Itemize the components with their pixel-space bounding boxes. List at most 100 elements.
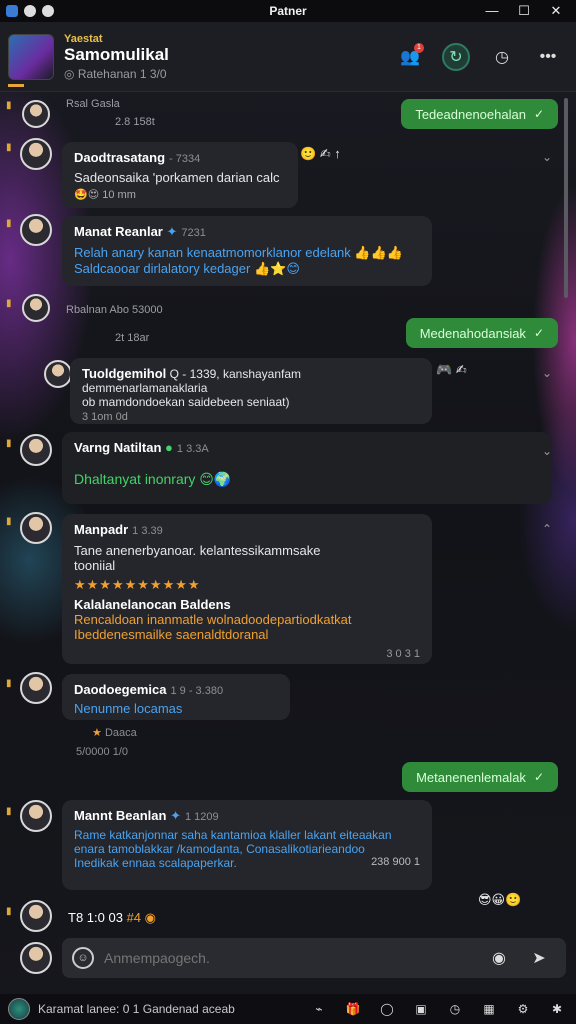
minimize-button[interactable]: — (484, 3, 500, 19)
avatar[interactable] (20, 512, 52, 544)
message-time: 1 3.39 (132, 525, 163, 537)
coin-icon: ◉ (144, 910, 156, 925)
app-icon-3 (42, 5, 54, 17)
chevron-up-icon[interactable]: ⌃ (542, 522, 552, 536)
read-tick-icon: ✓ (533, 326, 544, 340)
chat-title[interactable]: Samomulikal (64, 45, 396, 65)
avatar[interactable] (44, 360, 72, 388)
sender-name-text: Manpadr (74, 522, 129, 537)
gear-icon[interactable]: ⚙ (514, 1002, 532, 1016)
status-text: Karamat lanee: 0 1 Gandenad aceab (38, 1002, 235, 1016)
message-bubble[interactable]: Manpadr 1 3.39 Tane anenerbyanoar. kelant… (62, 514, 432, 664)
sender-name-text: Tuoldgemihol (82, 366, 167, 381)
message-time: - 7334 (169, 153, 201, 165)
settings-icon[interactable]: ✱ (548, 1002, 566, 1016)
reaction-emojis: 🤩😍 (74, 189, 100, 201)
camera-icon[interactable]: ◉ (486, 948, 512, 968)
server-icon[interactable] (8, 998, 30, 1020)
message-bubble[interactable]: Mannt Beanlan ✦ 1 1209 Rame katkanjonnar … (62, 800, 432, 890)
gutter-marker: ▮ (6, 218, 12, 229)
message-bubble[interactable]: Daodtrasatang - 7334 Sadeonsaika 'porkame… (62, 142, 298, 208)
message-time: 1 9 - 3.380 (170, 685, 224, 697)
avatar[interactable] (20, 214, 52, 246)
outgoing-text: Tedeadnenoehalan (415, 106, 526, 122)
outgoing-text: Medenahodansiak (419, 325, 526, 341)
more-icon[interactable]: ••• (534, 43, 562, 71)
message-bubble[interactable]: Manat Reanlar ✦ 7231 Relah anary kanan ke… (62, 216, 432, 286)
chevron-down-icon[interactable]: ⌄ (542, 366, 552, 380)
thread-reaction-bubble[interactable]: 🎮 ✍ (436, 362, 467, 378)
message-time: 7231 (181, 227, 206, 239)
avatar[interactable] (22, 294, 50, 322)
people-icon[interactable]: 👥 1 (396, 42, 424, 71)
maximize-button[interactable]: ☐ (516, 3, 532, 19)
thread-reaction-bubble[interactable]: 🙂 ✍ ↑ (300, 146, 341, 162)
message-meta: ★ Daaca (92, 726, 137, 739)
avatar[interactable] (22, 100, 50, 128)
link-icon[interactable]: ⌁ (310, 1002, 328, 1016)
message-line: Saldcaooar dirlalatory kedager (74, 261, 251, 276)
app-icon (6, 5, 18, 17)
send-icon[interactable]: ➤ (526, 948, 552, 968)
message-bubble[interactable]: Tuoldgemihol Q - 1339, kanshayanfam demm… (70, 358, 432, 424)
square-icon[interactable]: ▣ (412, 1002, 430, 1016)
system-name: Rsal Gasla (66, 98, 120, 110)
reaction-bar[interactable]: 😎😀🙂 (478, 892, 521, 908)
my-avatar[interactable] (20, 942, 52, 974)
read-tick-icon: ✓ (533, 107, 544, 121)
sender-name-text: Varng Natiltan (74, 440, 162, 455)
sub-text: Ibeddenesmailke saenaldtdoranal (74, 627, 269, 642)
outgoing-bubble[interactable]: Metanenenlemalak ✓ (402, 762, 558, 792)
gutter-marker: ▮ (6, 438, 12, 449)
avatar[interactable] (20, 900, 52, 932)
group-avatar[interactable] (8, 33, 54, 80)
sender-name: Manat Reanlar ✦ 7231 (74, 224, 420, 240)
message-text: Saldcaooar dirlalatory kedager 👍⭐😊 (74, 261, 420, 277)
message-bubble[interactable]: Varng Natiltan ● 1 3.3A Dhaltanyat inonra… (62, 432, 552, 504)
outgoing-bubble[interactable]: Medenahodansiak ✓ (405, 318, 558, 348)
outgoing-bubble[interactable]: Tedeadnenoehalan ✓ (401, 99, 558, 129)
window-title: Patner (269, 4, 307, 18)
gutter-marker: ▮ (6, 906, 12, 917)
chevron-down-icon[interactable]: ⌄ (542, 444, 552, 458)
message-text: Rame katkanjonnar saha kantamioa klaller… (74, 828, 392, 842)
system-name: T8 1:0 03 #4 ◉ (68, 910, 156, 926)
rating-stars: ★★★★★★★★★★ (74, 577, 201, 592)
clock-icon[interactable]: ◷ (446, 1002, 464, 1016)
read-tick-icon: ✓ (533, 770, 544, 784)
message-text: Dhaltanyat inonrary 😊🌍 (74, 471, 540, 488)
ring-icon[interactable]: ◯ (378, 1002, 396, 1016)
window-controls: — ☐ ✕ (396, 3, 576, 19)
window-titlebar: Patner — ☐ ✕ (0, 0, 576, 22)
close-button[interactable]: ✕ (548, 3, 564, 19)
avatar[interactable] (20, 800, 52, 832)
message-text: Tane anenerbyanoar. kelantessikammsake (74, 543, 321, 558)
reaction-emojis: 😊🌍 (199, 471, 232, 487)
sender-name-text: Daodtrasatang (74, 150, 166, 165)
avatar[interactable] (20, 138, 52, 170)
message-line: Dhaltanyat inonrary (74, 471, 196, 487)
sub-title: Kalalanelanocan Baldens (74, 597, 231, 612)
avatar[interactable] (20, 434, 52, 466)
chat-subtitle-text: Ratehanan 1 3/0 (77, 66, 167, 81)
sender-name-text: Daodoegemica (74, 682, 167, 697)
sender-name: Daodtrasatang - 7334 (74, 150, 286, 165)
message-time: 1 3.3A (176, 443, 209, 455)
status-icons: ⌁ 🎁 ◯ ▣ ◷ ▦ ⚙ ✱ (310, 1002, 566, 1016)
emoji-picker-icon[interactable]: ☺ (72, 947, 94, 969)
timer-icon[interactable]: ◷ (488, 43, 516, 71)
gutter-marker: ▮ (6, 516, 12, 527)
chat-header: Yaestat Samomulikal ◎ Ratehanan 1 3/0 👥 1… (0, 22, 576, 92)
gift-icon[interactable]: 🎁 (344, 1002, 362, 1016)
avatar[interactable] (20, 672, 52, 704)
titlebar-left (0, 5, 180, 17)
message-bubble[interactable]: Daodoegemica 1 9 - 3.380 Nenunme locamas (62, 674, 290, 720)
calendar-icon[interactable]: ▦ (480, 1002, 498, 1016)
header-actions: 👥 1 ↻ ◷ ••• (396, 42, 562, 71)
message-input[interactable] (104, 950, 486, 966)
refresh-icon[interactable]: ↻ (442, 42, 470, 71)
emoji-group: 👍👍👍 (354, 245, 403, 260)
message-line: Relah anary kanan kenaatmomorklanor edel… (74, 245, 351, 260)
system-time: 2.8 158t (115, 116, 155, 128)
chevron-down-icon[interactable]: ⌄ (542, 150, 552, 164)
